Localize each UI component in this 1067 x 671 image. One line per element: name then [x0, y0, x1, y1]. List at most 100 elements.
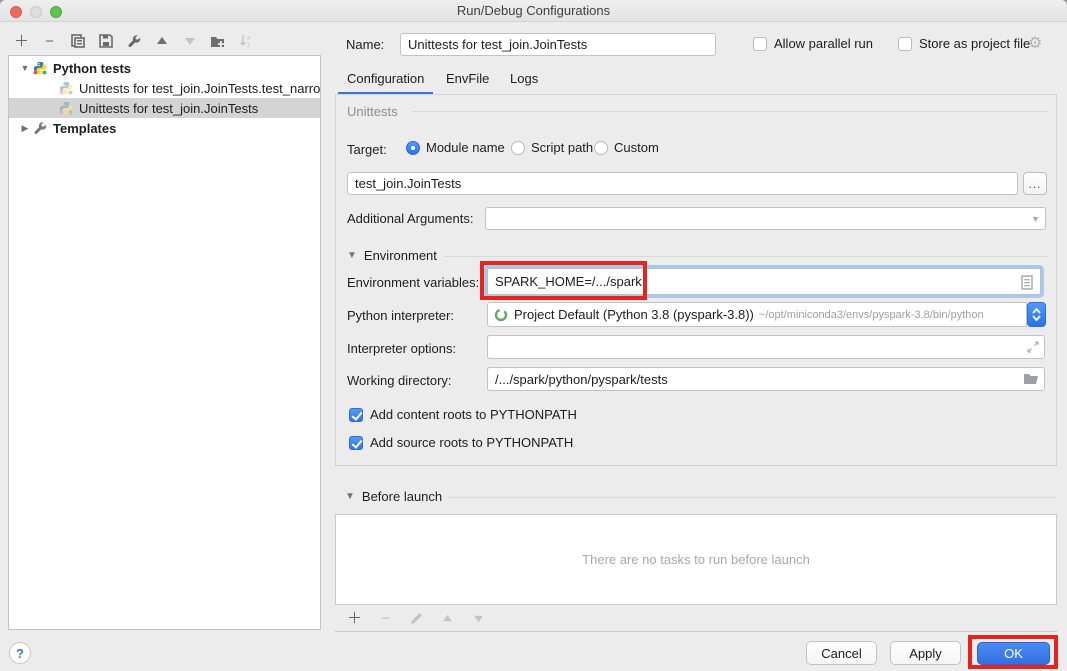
chevron-collapsed-icon[interactable]: ▶	[17, 123, 33, 134]
environment-variables-label: Environment variables:	[347, 275, 479, 290]
tree-item-label: Python tests	[53, 61, 131, 76]
radio-unselected-icon	[594, 141, 608, 155]
save-icon	[99, 34, 113, 48]
add-source-roots-checkbox[interactable]: Add source roots to PYTHONPATH	[349, 435, 573, 450]
checkbox-unchecked-icon	[898, 37, 912, 51]
store-as-project-file-checkbox[interactable]: Store as project file	[898, 36, 1030, 51]
tree-item-label: Templates	[53, 121, 116, 136]
before-launch-toolbar: ＋ −	[335, 605, 1057, 632]
folder-icon[interactable]	[1023, 373, 1039, 385]
name-label: Name:	[346, 37, 384, 52]
remove-task-button[interactable]: −	[376, 609, 395, 628]
move-up-button[interactable]	[152, 32, 171, 51]
section-divider	[448, 497, 1057, 498]
sort-configurations-button[interactable]: az	[236, 32, 255, 51]
cancel-button[interactable]: Cancel	[806, 641, 877, 665]
name-input[interactable]	[400, 33, 716, 56]
tree-item-label: Unittests for test_join.JoinTests.test_n…	[79, 81, 320, 96]
minus-icon: −	[381, 611, 390, 626]
tree-item-test-narrow[interactable]: Unittests for test_join.JoinTests.test_n…	[9, 78, 320, 98]
templates-wrench-icon	[33, 121, 47, 135]
interpreter-stepper-button[interactable]	[1027, 302, 1046, 327]
add-content-roots-label: Add content roots to PYTHONPATH	[370, 407, 577, 422]
allow-parallel-run-label: Allow parallel run	[774, 36, 873, 51]
target-label: Target:	[347, 142, 387, 157]
svg-text:z: z	[247, 43, 250, 48]
move-task-down-button[interactable]	[469, 609, 488, 628]
pencil-icon	[410, 612, 423, 625]
python-interpreter-label: Python interpreter:	[347, 308, 454, 323]
ok-button[interactable]: OK	[977, 642, 1050, 665]
chevron-down-icon[interactable]: ▼	[1031, 214, 1040, 224]
group-divider	[412, 111, 1048, 112]
checkbox-checked-icon	[349, 436, 363, 450]
interpreter-options-label: Interpreter options:	[347, 341, 456, 356]
before-launch-section-header[interactable]: ▼ Before launch	[345, 489, 442, 504]
module-name-input[interactable]	[347, 172, 1018, 195]
move-task-up-button[interactable]	[438, 609, 457, 628]
target-module-name-radio[interactable]: Module name	[406, 140, 505, 155]
gear-icon[interactable]: ⚙	[1028, 33, 1042, 53]
save-configuration-button[interactable]	[96, 32, 115, 51]
apply-label: Apply	[909, 646, 942, 661]
target-script-path-radio[interactable]: Script path	[511, 140, 593, 155]
tree-item-label: Unittests for test_join.JoinTests	[79, 101, 258, 116]
browse-module-button[interactable]: ...	[1023, 172, 1047, 195]
add-content-roots-checkbox[interactable]: Add content roots to PYTHONPATH	[349, 407, 577, 422]
configuration-panel: Unittests Target: Module name Script pat…	[335, 95, 1057, 466]
checkbox-checked-icon	[349, 408, 363, 422]
tab-envfile[interactable]: EnvFile	[446, 71, 489, 86]
tab-configuration[interactable]: Configuration	[347, 71, 424, 86]
arrow-down-icon	[473, 614, 484, 623]
python-interpreter-path: ~/opt/miniconda3/envs/pyspark-3.8/bin/py…	[759, 309, 984, 321]
arrow-down-icon	[184, 36, 196, 46]
create-folder-button[interactable]	[208, 32, 227, 51]
tree-item-templates[interactable]: ▶ Templates	[9, 118, 320, 138]
interpreter-options-input[interactable]	[487, 335, 1045, 359]
checkbox-unchecked-icon	[753, 37, 767, 51]
environment-variables-value: SPARK_HOME=/.../spark	[495, 274, 642, 289]
move-down-button[interactable]	[180, 32, 199, 51]
unittests-group-label: Unittests	[347, 104, 398, 119]
target-custom-radio[interactable]: Custom	[594, 140, 659, 155]
additional-arguments-input[interactable]	[485, 207, 1046, 230]
arrow-up-icon	[442, 614, 453, 623]
apply-button[interactable]: Apply	[890, 641, 961, 665]
working-directory-input[interactable]	[487, 367, 1045, 391]
target-module-name-label: Module name	[426, 140, 505, 155]
allow-parallel-run-checkbox[interactable]: Allow parallel run	[753, 36, 873, 51]
environment-variables-input[interactable]: SPARK_HOME=/.../spark	[487, 268, 1041, 295]
run-debug-configurations-dialog: Run/Debug Configurations ＋ − az ▼	[0, 0, 1067, 671]
help-button[interactable]: ?	[9, 642, 31, 664]
before-launch-empty-message: There are no tasks to run before launch	[582, 552, 810, 567]
edit-task-button[interactable]	[407, 609, 426, 628]
add-configuration-button[interactable]: ＋	[12, 32, 31, 51]
browse-variables-icon[interactable]	[1021, 275, 1033, 290]
python-interpreter-select[interactable]: Project Default (Python 3.8 (pyspark-3.8…	[487, 302, 1027, 327]
tree-item-python-tests[interactable]: ▼ Python tests	[9, 58, 320, 78]
remove-configuration-button[interactable]: −	[40, 32, 59, 51]
add-task-button[interactable]: ＋	[345, 609, 364, 628]
minus-icon: −	[45, 34, 54, 49]
question-mark-icon: ?	[16, 646, 24, 661]
window-title: Run/Debug Configurations	[0, 3, 1067, 18]
edit-templates-button[interactable]	[124, 32, 143, 51]
chevron-expanded-icon[interactable]: ▼	[17, 63, 33, 73]
sort-az-icon: az	[239, 34, 253, 48]
working-directory-label: Working directory:	[347, 373, 452, 388]
copy-configuration-button[interactable]	[68, 32, 87, 51]
python-interpreter-value: Project Default (Python 3.8 (pyspark-3.8…	[514, 307, 754, 322]
environment-section-label: Environment	[364, 248, 437, 263]
additional-arguments-label: Additional Arguments:	[347, 211, 473, 226]
tab-logs[interactable]: Logs	[510, 71, 538, 86]
environment-section-header[interactable]: ▼ Environment	[347, 248, 437, 263]
chevron-up-icon	[1032, 308, 1041, 314]
expand-field-icon[interactable]	[1027, 341, 1039, 353]
titlebar: Run/Debug Configurations	[0, 0, 1067, 22]
section-collapse-icon: ▼	[345, 491, 355, 502]
python-tests-icon	[33, 61, 47, 75]
before-launch-task-list[interactable]: There are no tasks to run before launch	[335, 514, 1057, 605]
radio-unselected-icon	[511, 141, 525, 155]
plus-icon: ＋	[347, 611, 362, 626]
tree-item-jointests[interactable]: Unittests for test_join.JoinTests	[9, 98, 320, 118]
